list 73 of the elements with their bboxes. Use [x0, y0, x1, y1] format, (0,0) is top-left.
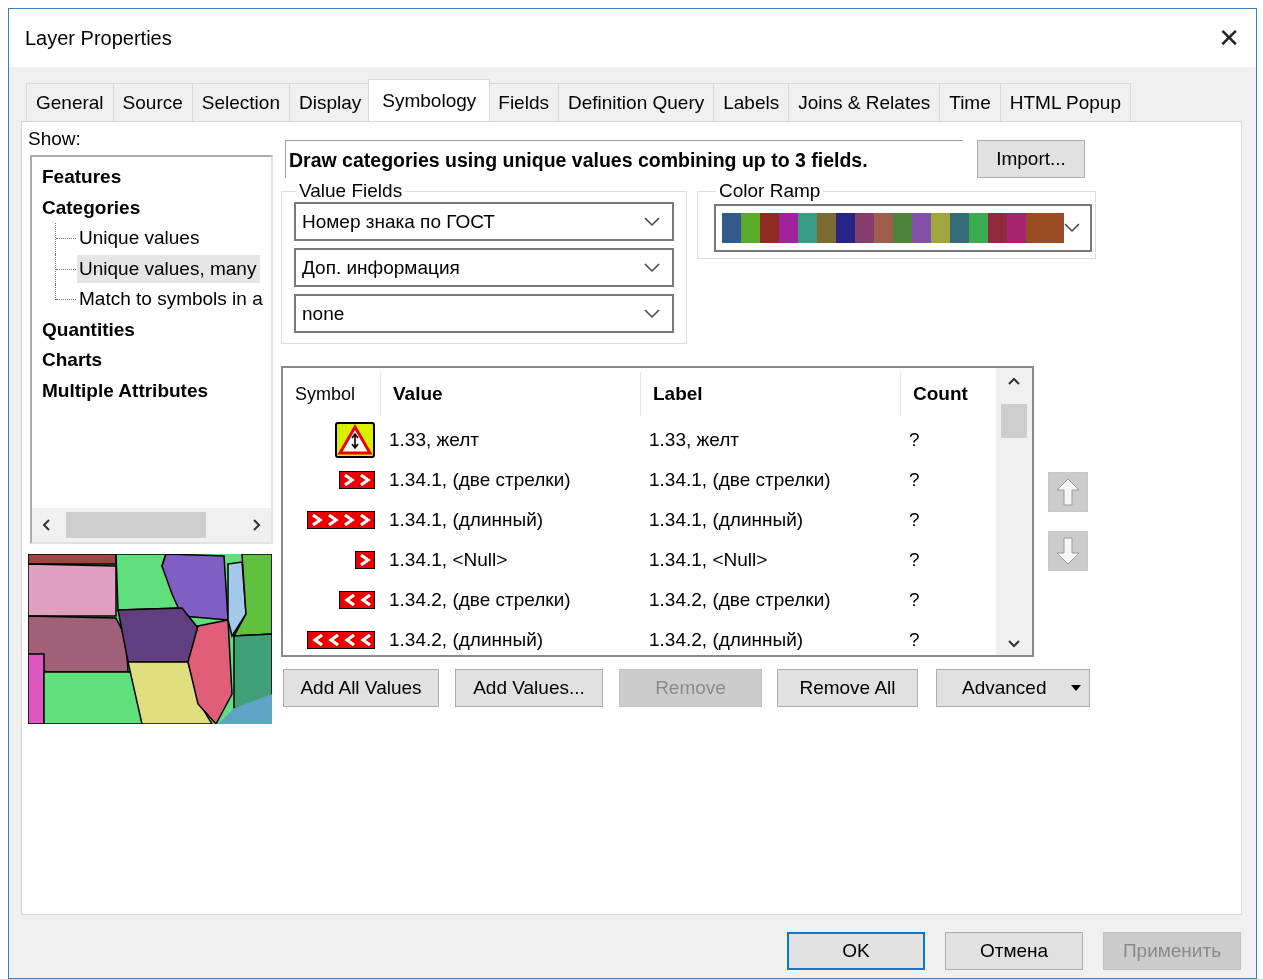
field-dropdown[interactable]: Доп. информация	[294, 248, 674, 287]
field-dropdown[interactable]: none	[294, 294, 674, 333]
chevron-sign-icon	[339, 471, 375, 489]
action-button[interactable]: Advanced	[936, 669, 1090, 707]
color-ramp-dropdown[interactable]	[714, 204, 1092, 252]
tab[interactable]: Selection	[191, 83, 289, 121]
table-cell-text: 1.34.2, (две стрелки)	[648, 589, 832, 611]
column-header[interactable]: Symbol	[285, 372, 381, 416]
table-cell-text: 1.34.2, (длинный)	[388, 629, 545, 651]
warning-sign-icon	[335, 422, 375, 458]
table-cell-text: 1.33, желт	[648, 429, 740, 451]
close-button[interactable]: ✕	[1214, 23, 1244, 53]
tree-item[interactable]: Multiple Attributes	[41, 375, 210, 406]
table-cell-text: ?	[908, 469, 921, 491]
group-title: Value Fields	[298, 180, 404, 202]
table-cell-text: 1.34.2, (длинный)	[648, 629, 805, 651]
table-cell-text: ?	[908, 509, 921, 531]
table-cell-text: 1.34.1, (две стрелки)	[388, 469, 572, 491]
chevron-down-icon	[1064, 223, 1080, 233]
tree-item[interactable]: Quantities	[41, 314, 136, 345]
down-arrow-icon	[1055, 536, 1081, 566]
table-cell-text: ?	[908, 549, 921, 571]
window-title: Layer Properties	[25, 26, 172, 50]
table-cell-text: 1.34.1, (длинный)	[648, 509, 805, 531]
scrollbar-thumb[interactable]	[1001, 404, 1027, 438]
chevron-sign-icon	[307, 631, 375, 649]
tab[interactable]: General	[26, 83, 113, 121]
column-header[interactable]: Value	[381, 372, 641, 416]
tab[interactable]: Labels	[713, 83, 789, 121]
column-header[interactable]: Label	[641, 372, 901, 416]
tree-item[interactable]: Features	[41, 162, 123, 193]
horizontal-scrollbar[interactable]	[32, 508, 271, 542]
tab[interactable]: Symbology	[368, 79, 491, 121]
tab[interactable]: Source	[112, 83, 192, 121]
action-button[interactable]: Add Values...	[455, 669, 603, 707]
dialog-button[interactable]: Отмена	[945, 932, 1083, 970]
dialog-button[interactable]: OK	[787, 932, 925, 970]
up-arrow-icon	[1055, 477, 1081, 507]
chevron-down-icon	[644, 308, 660, 319]
table-cell-text: 1.34.1, <Null>	[388, 549, 509, 571]
action-button[interactable]: Add All Values	[283, 669, 439, 707]
table-cell-text: ?	[908, 589, 921, 611]
scroll-down-icon[interactable]	[1007, 639, 1021, 649]
tree-item[interactable]: Match to symbols in a	[77, 285, 267, 314]
group-title: Color Ramp	[718, 180, 822, 202]
table-cell-text: 1.34.2, (две стрелки)	[388, 589, 572, 611]
description-text: Draw categories using unique values combining up to 3 fields.	[285, 140, 963, 178]
chevron-down-icon	[644, 262, 660, 273]
chevron-sign-icon	[339, 591, 375, 609]
tree-item[interactable]: Charts	[41, 345, 104, 376]
show-label: Show:	[28, 127, 82, 151]
tree-item[interactable]: Unique values, many	[77, 254, 261, 283]
tab[interactable]: Display	[289, 83, 371, 121]
chevron-sign-icon	[355, 551, 375, 569]
import-button[interactable]: Import...	[977, 140, 1085, 178]
field-dropdown[interactable]: Номер знака по ГОСТ	[294, 202, 674, 241]
tree-item[interactable]: Categories	[41, 192, 142, 223]
table-cell-text: 1.34.1, (две стрелки)	[648, 469, 832, 491]
tab[interactable]: Joins & Relates	[788, 83, 940, 121]
tab[interactable]: Definition Query	[558, 83, 714, 121]
vertical-scrollbar[interactable]	[996, 368, 1032, 655]
table-cell-text: 1.33, желт	[388, 429, 480, 451]
table-cell-text: 1.34.1, <Null>	[648, 549, 769, 571]
scroll-up-icon[interactable]	[1007, 376, 1021, 386]
chevron-down-icon	[644, 216, 660, 227]
tab[interactable]: Time	[939, 83, 1000, 121]
table-cell-text: 1.34.1, (длинный)	[388, 509, 545, 531]
chevron-sign-icon	[307, 511, 375, 529]
table-cell-text: ?	[908, 429, 921, 451]
tab[interactable]: HTML Popup	[999, 83, 1131, 121]
table-cell-text: ?	[908, 629, 921, 651]
action-button[interactable]: Remove All	[777, 669, 918, 707]
tree-item[interactable]: Unique values	[77, 224, 204, 253]
